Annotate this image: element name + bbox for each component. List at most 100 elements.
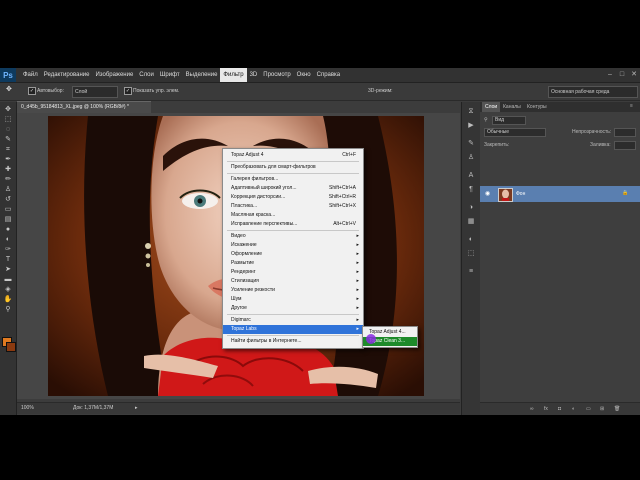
filter-menu-item-label: Пластика... [231,203,258,209]
quick-select-tool-icon[interactable]: ✎ [3,136,13,144]
autoselect-dropdown[interactable]: Слой [72,86,118,98]
filter-menu-item[interactable]: Стилизация ▸ [223,277,363,286]
filter-menu-item[interactable]: Преобразовать для смарт-фильтров [223,163,363,172]
filter-menu-item[interactable]: Масляная краска... [223,211,363,220]
swatches-panel-icon[interactable]: ▦ [467,218,475,226]
clone-stamp-tool-icon[interactable]: ♙ [3,186,13,194]
filter-menu-item[interactable]: Исправление перспективы... Alt+Ctrl+V [223,220,363,229]
marquee-tool-icon[interactable]: ⬚ [3,116,13,124]
tab-channels[interactable]: Каналы [500,102,524,112]
menu-separator [227,230,359,231]
filter-menu-item[interactable]: Видео ▸ [223,232,363,241]
history-brush-tool-icon[interactable]: ↺ [3,196,13,204]
layer-filter-kind[interactable]: Вид [492,116,526,125]
filter-menu-item[interactable]: Topaz Labs ▸ [223,325,363,334]
layer-name[interactable]: Фон [516,191,525,197]
filter-menu-item-label: Стилизация [231,278,259,284]
type-tool-icon[interactable]: T [3,256,13,264]
visibility-eye-icon[interactable]: ◉ [485,190,490,197]
zoom-tool-icon[interactable]: ⚲ [3,306,13,314]
zoom-level[interactable]: 100% [21,405,34,411]
menu-item-5[interactable]: Выделение [183,68,221,82]
crop-tool-icon[interactable]: ⌗ [3,146,13,154]
maximize-icon[interactable]: □ [616,68,628,82]
submenu-arrow-icon: ▸ [356,251,359,257]
filter-search-icon[interactable]: ⚲ [484,117,488,123]
filter-menu-item[interactable]: Усиление резкости ▸ [223,286,363,295]
tab-paths[interactable]: Контуры [524,102,550,112]
filter-menu-item[interactable]: Оформление ▸ [223,250,363,259]
gradient-tool-icon[interactable]: ▤ [3,216,13,224]
filter-menu-item-label: Другое [231,305,247,311]
workspace-dropdown[interactable]: Основная рабочая среда [548,86,638,98]
new-adjustment-icon[interactable]: ◐ [572,406,575,412]
filter-menu-item-label: Topaz Labs [231,326,257,332]
filter-menu-item[interactable]: Размытие ▸ [223,259,363,268]
healing-brush-tool-icon[interactable]: ✚ [3,166,13,174]
path-select-tool-icon[interactable]: ➤ [3,266,13,274]
minimize-icon[interactable]: – [604,68,616,82]
filter-menu-item[interactable]: Искажение ▸ [223,241,363,250]
filter-menu-item[interactable]: Пластика... Shift+Ctrl+X [223,202,363,211]
dodge-tool-icon[interactable]: ◐ [3,236,13,244]
color-panel-icon[interactable]: ◑ [467,204,475,212]
shape-tool-icon[interactable]: ▬ [3,276,13,284]
document-tab[interactable]: 0_d45b_95184813_XL.jpeg @ 100% (RGB/8#) … [17,101,151,113]
3d-tool-icon[interactable]: ◈ [3,286,13,294]
panel-menu-icon[interactable]: ≡ [630,103,633,109]
paragraph-panel-icon[interactable]: ¶ [467,186,475,194]
lasso-tool-icon[interactable]: ◌ [3,126,13,134]
eyedropper-tool-icon[interactable]: ✒ [3,156,13,164]
filter-menu-item[interactable]: Шум ▸ [223,295,363,304]
adjustments-panel-icon[interactable]: ◐ [467,236,475,244]
filter-menu-item[interactable]: Topaz Adjust 4 Ctrl+F [223,151,363,160]
filter-menu-item[interactable]: Найти фильтры в Интернете... [223,337,363,346]
filter-menu-item[interactable]: Рендеринг ▸ [223,268,363,277]
menu-item-7[interactable]: 3D [247,68,261,82]
history-panel-icon[interactable]: ⧖ [467,108,475,116]
filter-menu-item[interactable]: Другое ▸ [223,304,363,313]
menu-item-6[interactable]: Фильтр [220,68,247,82]
actions-panel-icon[interactable]: ▶ [467,122,475,130]
close-icon[interactable]: ✕ [628,68,640,82]
add-mask-icon[interactable]: ◘ [558,406,561,412]
show-controls-checkbox[interactable]: ✓ [124,87,132,95]
pen-tool-icon[interactable]: ✑ [3,246,13,254]
tab-layers[interactable]: Слои [482,102,501,112]
link-layers-icon[interactable]: ∞ [530,406,534,412]
menu-item-1[interactable]: Редактирование [41,68,93,82]
menu-item-3[interactable]: Слои [136,68,157,82]
menu-item-0[interactable]: Файл [20,68,41,82]
background-color-swatch[interactable] [6,342,16,352]
move-tool-icon[interactable]: ✥ [3,106,13,114]
menu-item-10[interactable]: Справка [314,68,344,82]
status-arrow-icon[interactable]: ▸ [135,405,138,411]
fill-field[interactable] [614,141,636,150]
menu-item-2[interactable]: Изображение [92,68,136,82]
move-tool-icon[interactable]: ✥ [6,85,12,93]
menu-item-4[interactable]: Шрифт [157,68,183,82]
eraser-tool-icon[interactable]: ▭ [3,206,13,214]
new-layer-icon[interactable]: ⊞ [600,406,604,412]
filter-menu-item[interactable]: Коррекция дисторсии... Shift+Ctrl+R [223,193,363,202]
properties-panel-icon[interactable]: ≡ [467,268,475,276]
character-panel-icon[interactable]: A [467,172,475,180]
filter-menu-item[interactable]: Адаптивный широкий угол... Shift+Ctrl+A [223,184,363,193]
filter-menu-item[interactable]: Digimarc ▸ [223,316,363,325]
blend-mode-dropdown[interactable]: Обычные [484,128,546,137]
clone-source-panel-icon[interactable]: ♙ [467,154,475,162]
filter-menu-item[interactable]: Галерея фильтров... [223,175,363,184]
blur-tool-icon[interactable]: ● [3,226,13,234]
menu-item-8[interactable]: Просмотр [260,68,293,82]
layer-style-icon[interactable]: fx [544,406,548,412]
styles-panel-icon[interactable]: ⬚ [467,250,475,258]
brush-panel-icon[interactable]: ✎ [467,140,475,148]
opacity-field[interactable] [614,128,636,137]
delete-layer-icon[interactable]: 🗑 [614,406,620,412]
new-group-icon[interactable]: ▭ [586,406,591,412]
menu-item-9[interactable]: Окно [294,68,314,82]
brush-tool-icon[interactable]: ✏ [3,176,13,184]
layer-row[interactable]: ◉ Фон 🔒 [480,186,640,202]
hand-tool-icon[interactable]: ✋ [3,296,13,304]
autoselect-checkbox[interactable]: ✓ [28,87,36,95]
